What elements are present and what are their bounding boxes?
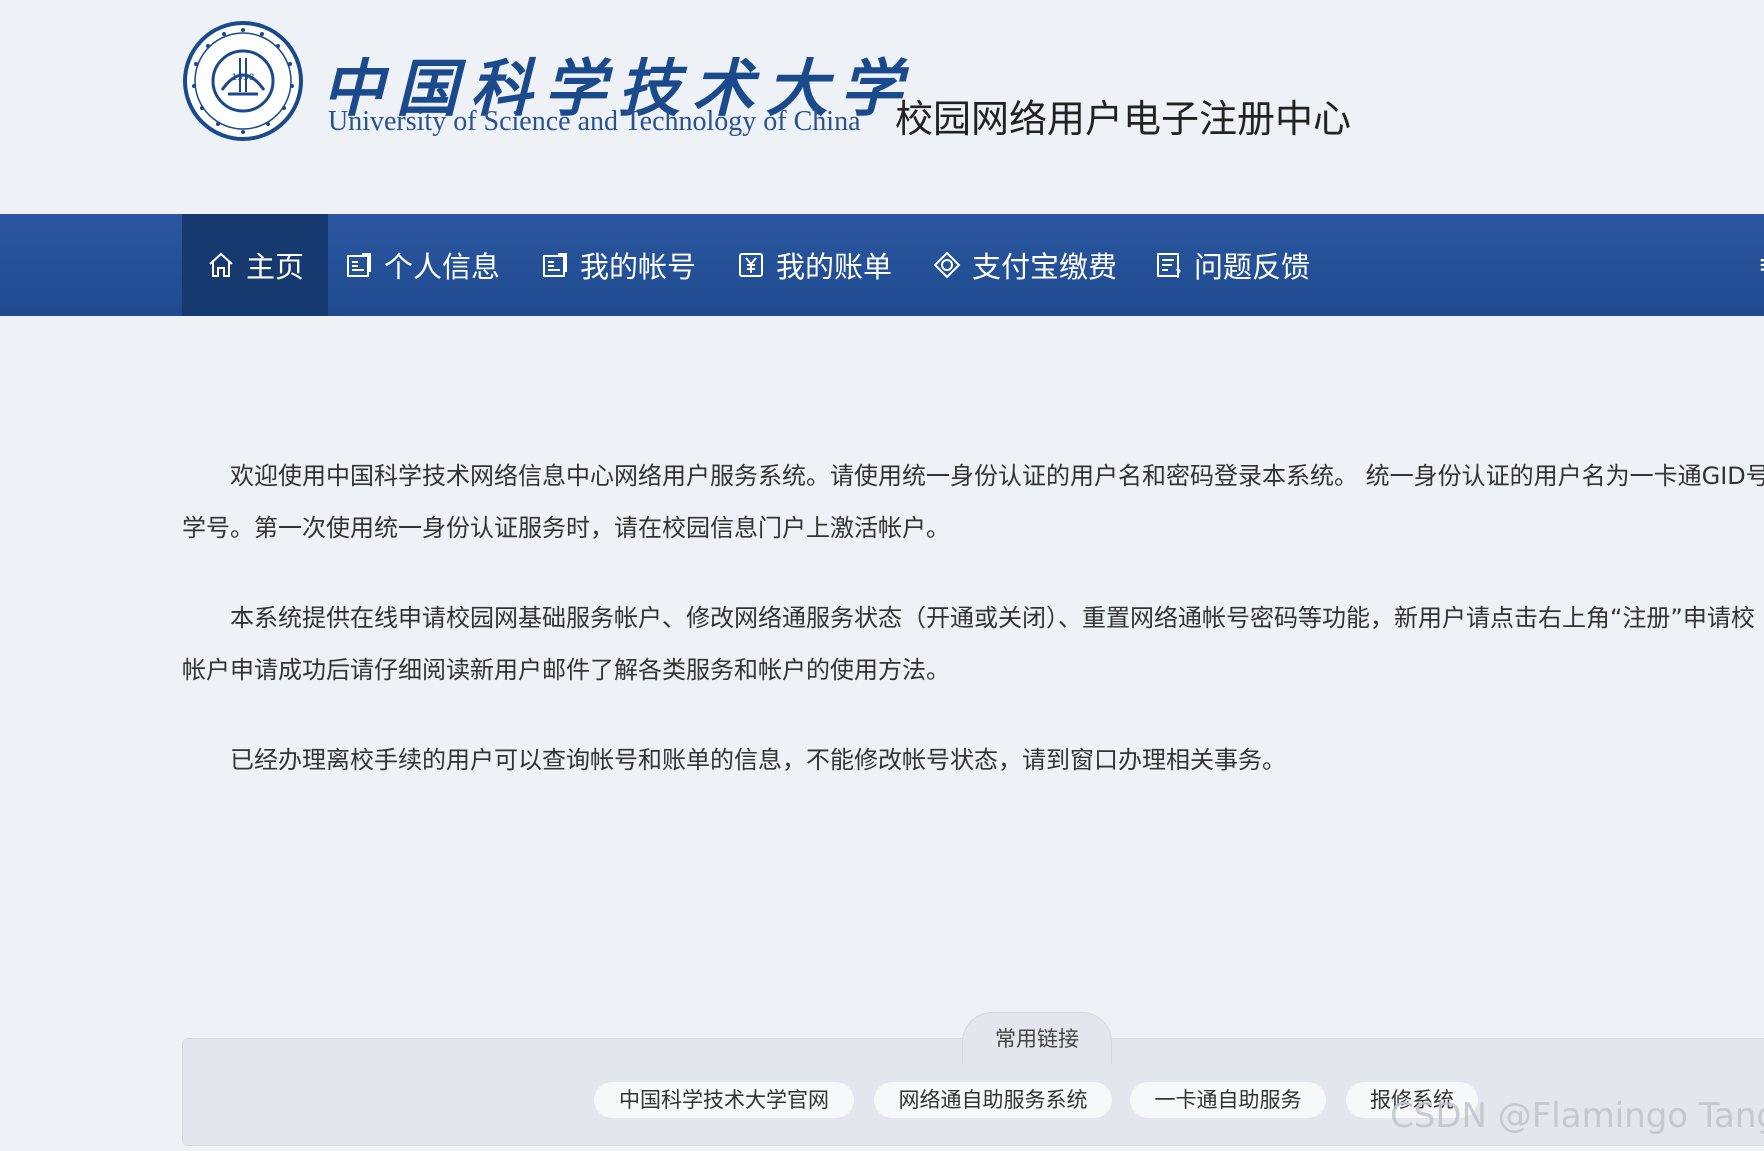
account-icon [543, 253, 567, 277]
nav-home[interactable]: 主页 [182, 214, 329, 316]
nav-alipay-payment-label: 支付宝缴费 [972, 250, 1118, 284]
alipay-icon [933, 251, 961, 279]
nav-feedback-label: 问题反馈 [1194, 250, 1311, 284]
link-card-self-service[interactable]: 一卡通自助服务 [1130, 1082, 1326, 1118]
university-seal-icon: 1958 [183, 21, 303, 141]
nav-personal-info[interactable]: 个人信息 [344, 214, 500, 316]
site-header: 1958 中国科学技术大学 University of Science and … [0, 0, 1764, 213]
nav-feedback[interactable]: ? 问题反馈 [1154, 214, 1310, 316]
nav-home-label: 主页 [246, 250, 305, 284]
ustc-logo[interactable]: 1958 中国科学技术大学 University of Science and … [182, 18, 902, 143]
home-icon [209, 252, 233, 277]
welcome-paragraph-2: 本系统提供在线申请校园网基础服务帐户、修改网络通服务状态（开通或关闭）、重置网络… [182, 592, 1764, 696]
paragraph-3-line-1: 已经办理离校手续的用户可以查询帐号和账单的信息，不能修改帐号状态，请到窗口办理相… [230, 746, 1286, 774]
site-title: 校园网络用户电子注册中心 [895, 97, 1352, 141]
nav-alipay-payment[interactable]: 支付宝缴费 [932, 214, 1117, 316]
nav-overflow-edge: ≡ [1758, 214, 1764, 316]
feedback-icon: ? [1157, 253, 1181, 280]
link-ustc-official[interactable]: 中国科学技术大学官网 [594, 1082, 854, 1118]
welcome-content: 欢迎使用中国科学技术网络信息中心网络用户服务系统。请使用统一身份认证的用户名和密… [182, 450, 1764, 824]
logo-english-name: University of Science and Technology of … [328, 106, 861, 137]
svg-text:?: ? [1175, 267, 1181, 280]
welcome-paragraph-3: 已经办理离校手续的用户可以查询帐号和账单的信息，不能修改帐号状态，请到窗口办理相… [182, 734, 1764, 786]
nav-my-bill[interactable]: 我的账单 [736, 214, 892, 316]
nav-personal-info-label: 个人信息 [384, 250, 501, 284]
nav-my-bill-label: 我的账单 [776, 250, 893, 284]
paragraph-1-line-2: 学号。第一次使用统一身份认证服务时，请在校园信息门户上激活帐户。 [182, 514, 950, 542]
link-network-self-service[interactable]: 网络通自助服务系统 [874, 1082, 1112, 1118]
common-links-title: 常用链接 [962, 1012, 1112, 1064]
nav-my-account-label: 我的帐号 [580, 250, 697, 284]
seal-year: 1958 [232, 73, 255, 83]
csdn-watermark: CSDN @Flamingo Tango [1390, 1096, 1764, 1136]
welcome-paragraph-1: 欢迎使用中国科学技术网络信息中心网络用户服务系统。请使用统一身份认证的用户名和密… [182, 450, 1764, 554]
paragraph-2-line-2: 帐户申请成功后请仔细阅读新用户邮件了解各类服务和帐户的使用方法。 [182, 656, 950, 684]
paragraph-2-line-1: 本系统提供在线申请校园网基础服务帐户、修改网络通服务状态（开通或关闭）、重置网络… [230, 604, 1755, 632]
yen-bill-icon [739, 253, 763, 277]
paragraph-1-line-1: 欢迎使用中国科学技术网络信息中心网络用户服务系统。请使用统一身份认证的用户名和密… [230, 462, 1764, 490]
profile-icon [347, 253, 371, 277]
main-nav: 主页 个人信息 我的帐号 我的账单 支付宝缴费 ? 问题反馈 ≡ [0, 214, 1764, 316]
nav-my-account[interactable]: 我的帐号 [540, 214, 696, 316]
